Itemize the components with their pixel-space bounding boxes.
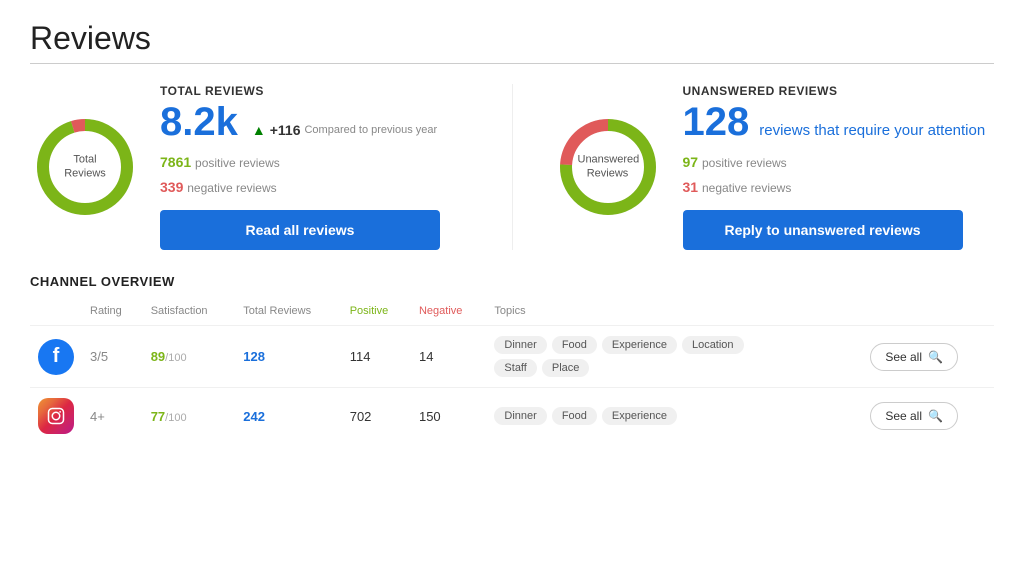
reply-unanswered-button[interactable]: Reply to unanswered reviews: [683, 210, 963, 250]
channel-table: Rating Satisfaction Total Reviews Positi…: [30, 301, 994, 444]
tags-container: Dinner Food Experience: [494, 407, 774, 425]
satisfaction-value: 89: [151, 349, 165, 364]
col-rating-header: Rating: [82, 301, 143, 326]
col-satisfaction-header: Satisfaction: [143, 301, 236, 326]
satisfaction-cell: 77/100: [143, 388, 236, 445]
positive-label: positive reviews: [195, 156, 280, 170]
title-divider: [30, 63, 994, 64]
satisfaction-denom: /100: [165, 352, 186, 364]
topic-tag: Food: [552, 336, 597, 354]
stats-row: Total Reviews TOTAL REVIEWS 8.2k ▲ +116 …: [30, 84, 994, 250]
col-positive-header: Positive: [342, 301, 411, 326]
unanswered-reviews-label: UNANSWERED REVIEWS: [683, 84, 995, 98]
topic-tag: Dinner: [494, 336, 546, 354]
unanswered-positive-label: positive reviews: [702, 156, 787, 170]
topic-tag: Location: [682, 336, 744, 354]
total-reviews-cell: 128: [235, 326, 341, 388]
rating-value: 4+: [90, 409, 105, 424]
satisfaction-value: 77: [151, 409, 165, 424]
rating-cell: 3/5: [82, 326, 143, 388]
negative-label: negative reviews: [187, 181, 276, 195]
table-row: f 3/5 89/100 128 114 14 Dinner Food Experience Lo…: [30, 326, 994, 388]
search-icon: 🔍: [928, 409, 943, 423]
col-actions-header: [862, 301, 994, 326]
positive-cell: 114: [342, 326, 411, 388]
topics-cell: Dinner Food Experience: [486, 388, 862, 445]
tags-container: Dinner Food Experience Location Staff Place: [494, 336, 774, 377]
positive-value: 114: [350, 349, 371, 364]
see-all-cell[interactable]: See all 🔍: [862, 326, 994, 388]
col-icon: [30, 301, 82, 326]
total-reviews-delta: +116: [270, 122, 301, 138]
topic-tag: Experience: [602, 407, 677, 425]
unanswered-subtitle: reviews that require your attention: [759, 122, 985, 139]
negative-count-row: 339 negative reviews: [160, 175, 472, 200]
topic-tag: Food: [552, 407, 597, 425]
negative-value: 14: [419, 349, 433, 364]
total-reviews-donut: Total Reviews: [30, 112, 140, 222]
unanswered-reviews-block: Unanswered Reviews UNANSWERED REVIEWS 12…: [512, 84, 995, 250]
see-all-button[interactable]: See all 🔍: [870, 402, 958, 430]
satisfaction-cell: 89/100: [143, 326, 236, 388]
unanswered-positive-count: 97: [683, 154, 699, 170]
positive-cell: 702: [342, 388, 411, 445]
topic-tag: Experience: [602, 336, 677, 354]
total-reviews-number: 8.2k: [160, 102, 238, 142]
channel-overview-title: CHANNEL OVERVIEW: [30, 274, 994, 289]
satisfaction-denom: /100: [165, 412, 186, 424]
positive-count: 7861: [160, 154, 191, 170]
unanswered-number: 128: [683, 102, 750, 142]
channel-table-body: f 3/5 89/100 128 114 14 Dinner Food Experience Lo…: [30, 326, 994, 445]
channel-overview-section: CHANNEL OVERVIEW Rating Satisfaction Tot…: [30, 274, 994, 444]
unanswered-reviews-detail: 97 positive reviews 31 negative reviews: [683, 150, 995, 200]
unanswered-negative-count: 31: [683, 179, 699, 195]
see-all-button[interactable]: See all 🔍: [870, 343, 958, 371]
total-reviews-change: ▲ +116 Compared to previous year: [252, 122, 437, 138]
unanswered-donut-label: Unanswered Reviews: [578, 153, 638, 182]
col-topics-header: Topics: [486, 301, 862, 326]
page-title: Reviews: [30, 20, 994, 57]
total-reviews-number-row: 8.2k ▲ +116 Compared to previous year: [160, 102, 472, 142]
search-icon: 🔍: [928, 350, 943, 364]
total-reviews-cell: 242: [235, 388, 341, 445]
negative-count: 339: [160, 179, 183, 195]
total-reviews-detail: 7861 positive reviews 339 negative revie…: [160, 150, 472, 200]
facebook-icon: f: [38, 339, 74, 375]
negative-cell: 150: [411, 388, 486, 445]
unanswered-reviews-donut: Unanswered Reviews: [553, 112, 663, 222]
unanswered-number-row: 128 reviews that require your attention: [683, 102, 995, 142]
unanswered-reviews-info: UNANSWERED REVIEWS 128 reviews that requ…: [683, 84, 995, 250]
table-row: 4+ 77/100 242 702 150 Dinner Food Experience See…: [30, 388, 994, 445]
total-reviews-label: TOTAL REVIEWS: [160, 84, 472, 98]
col-total-header: Total Reviews: [235, 301, 341, 326]
total-reviews-compared: Compared to previous year: [304, 124, 437, 136]
topic-tag: Dinner: [494, 407, 546, 425]
total-donut-label: Total Reviews: [55, 153, 115, 182]
positive-count-row: 7861 positive reviews: [160, 150, 472, 175]
unanswered-negative-row: 31 negative reviews: [683, 175, 995, 200]
read-all-reviews-button[interactable]: Read all reviews: [160, 210, 440, 250]
col-negative-header: Negative: [411, 301, 486, 326]
total-value: 242: [243, 409, 265, 424]
channel-table-header: Rating Satisfaction Total Reviews Positi…: [30, 301, 994, 326]
total-value: 128: [243, 349, 265, 364]
unanswered-positive-row: 97 positive reviews: [683, 150, 995, 175]
total-reviews-info: TOTAL REVIEWS 8.2k ▲ +116 Compared to pr…: [160, 84, 472, 250]
instagram-icon: [38, 398, 74, 434]
total-reviews-block: Total Reviews TOTAL REVIEWS 8.2k ▲ +116 …: [30, 84, 472, 250]
instagram-channel-icon-cell: [30, 388, 82, 445]
up-arrow-icon: ▲: [252, 122, 266, 138]
rating-cell: 4+: [82, 388, 143, 445]
negative-cell: 14: [411, 326, 486, 388]
negative-value: 150: [419, 409, 441, 424]
rating-value: 3/5: [90, 349, 108, 364]
topic-tag: Staff: [494, 359, 536, 377]
topic-tag: Place: [542, 359, 590, 377]
facebook-channel-icon-cell: f: [30, 326, 82, 388]
topics-cell: Dinner Food Experience Location Staff Place: [486, 326, 862, 388]
unanswered-negative-label: negative reviews: [702, 181, 791, 195]
see-all-cell[interactable]: See all 🔍: [862, 388, 994, 445]
positive-value: 702: [350, 409, 372, 424]
